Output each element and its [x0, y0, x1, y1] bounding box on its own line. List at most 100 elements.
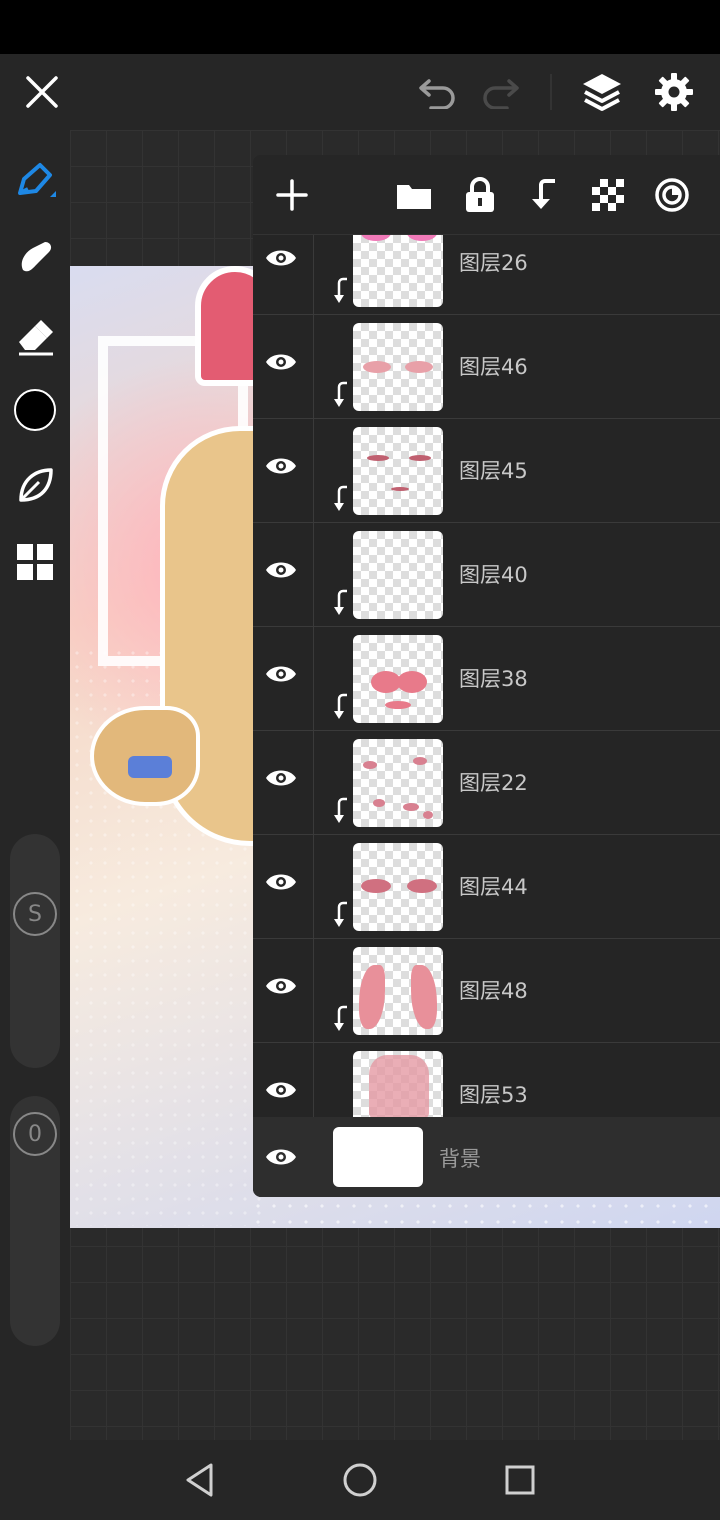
grid-icon	[17, 544, 53, 580]
add-layer-icon	[276, 179, 308, 211]
layer-row-53[interactable]: 图层53	[253, 1043, 720, 1117]
opacity-label: 0	[28, 1121, 42, 1147]
pen-tool[interactable]	[0, 150, 70, 210]
visibility-toggle[interactable]	[261, 1137, 301, 1177]
layer-row-48[interactable]: 图层48	[253, 939, 720, 1043]
layer-name: 图层48	[459, 979, 528, 1003]
current-color	[14, 389, 56, 431]
smudge-icon	[21, 242, 52, 272]
visibility-toggle[interactable]	[261, 446, 301, 486]
redo-button[interactable]	[472, 54, 530, 130]
layer-name: 图层38	[459, 667, 528, 691]
layer-row-46[interactable]: 图层46	[253, 315, 720, 419]
brush-size-knob[interactable]: S	[13, 892, 57, 936]
clip-button[interactable]	[519, 170, 569, 220]
layer-row-26[interactable]: 图层26	[253, 235, 720, 315]
layer-divider	[313, 627, 314, 731]
settings-button[interactable]	[644, 54, 704, 130]
layer-name: 图层40	[459, 563, 528, 587]
layer-list: 图层26 图层46 图层45 图层40 图层38 图层22 图层44 图层48 …	[253, 235, 720, 1117]
layer-name: 图层44	[459, 875, 528, 899]
layer-row-22[interactable]: 图层22	[253, 731, 720, 835]
leaf-tool[interactable]	[0, 456, 70, 516]
add-layer-button[interactable]	[267, 170, 317, 220]
home-icon	[343, 1463, 377, 1497]
color-swatch[interactable]	[0, 380, 70, 440]
blend-button[interactable]	[647, 170, 697, 220]
visibility-toggle[interactable]	[261, 654, 301, 694]
layer-thumbnail	[353, 635, 443, 723]
clip-arrow-icon	[334, 1005, 347, 1031]
layers-icon	[583, 74, 621, 111]
visibility-toggle[interactable]	[261, 238, 301, 278]
layer-divider	[313, 731, 314, 835]
visibility-toggle[interactable]	[261, 758, 301, 798]
clip-arrow-icon	[334, 589, 347, 615]
layer-row-38[interactable]: 图层38	[253, 627, 720, 731]
leaf-icon	[19, 468, 53, 502]
visibility-toggle[interactable]	[261, 1070, 301, 1110]
layer-thumbnail	[353, 739, 443, 827]
visibility-toggle[interactable]	[261, 966, 301, 1006]
eye-icon	[266, 562, 296, 578]
layer-thumbnail	[353, 323, 443, 411]
layer-row-44[interactable]: 图层44	[253, 835, 720, 939]
eye-icon	[266, 458, 296, 474]
pen-icon	[18, 163, 56, 197]
transparency-icon	[592, 179, 624, 211]
layers-toolbar	[253, 155, 720, 235]
layer-name: 图层53	[459, 1083, 528, 1107]
clip-arrow-icon	[334, 901, 347, 927]
layer-row-45[interactable]: 图层45	[253, 419, 720, 523]
brush-size-slider[interactable]	[10, 834, 60, 1068]
layer-divider	[313, 315, 314, 419]
layers-button[interactable]	[572, 54, 632, 130]
tool-sidebar: S 0	[0, 130, 70, 1440]
brush-size-label: S	[28, 901, 42, 927]
top-toolbar	[0, 54, 720, 130]
eye-icon	[266, 354, 296, 370]
eye-icon	[266, 666, 296, 682]
visibility-toggle[interactable]	[261, 862, 301, 902]
layer-thumbnail	[353, 1051, 443, 1117]
artwork-ribbon	[128, 756, 172, 778]
layer-divider	[313, 235, 314, 315]
layer-row-40[interactable]: 图层40	[253, 523, 720, 627]
clip-arrow-icon	[334, 277, 347, 303]
layer-thumbnail	[353, 427, 443, 515]
home-button[interactable]	[320, 1440, 400, 1520]
lock-button[interactable]	[455, 170, 505, 220]
close-button[interactable]	[12, 54, 72, 130]
eye-icon	[266, 978, 296, 994]
folder-icon	[397, 185, 431, 209]
recents-button[interactable]	[480, 1440, 560, 1520]
layer-divider	[313, 419, 314, 523]
undo-button[interactable]	[408, 54, 466, 130]
background-color-swatch[interactable]	[333, 1127, 423, 1187]
layer-thumbnail	[353, 947, 443, 1035]
layer-divider	[313, 835, 314, 939]
visibility-toggle[interactable]	[261, 550, 301, 590]
visibility-toggle[interactable]	[261, 342, 301, 382]
opacity-knob[interactable]: 0	[13, 1112, 57, 1156]
background-layer-row[interactable]: 背景	[253, 1117, 720, 1197]
blend-icon	[655, 178, 689, 212]
transparency-button[interactable]	[583, 170, 633, 220]
layer-divider	[313, 1043, 314, 1117]
status-bar	[0, 0, 720, 54]
layer-name: 图层45	[459, 459, 528, 483]
folder-button[interactable]	[389, 170, 439, 220]
system-navbar	[0, 1440, 720, 1520]
layers-panel: 图层26 图层46 图层45 图层40 图层38 图层22 图层44 图层48 …	[253, 155, 720, 1197]
back-button[interactable]	[160, 1440, 240, 1520]
clip-arrow-icon	[334, 485, 347, 511]
layer-thumbnail	[353, 531, 443, 619]
eye-icon	[266, 1082, 296, 1098]
eye-icon	[266, 250, 296, 266]
eraser-tool[interactable]	[0, 306, 70, 366]
eraser-icon	[19, 320, 53, 356]
eye-icon	[266, 770, 296, 786]
grid-tool[interactable]	[0, 532, 70, 592]
settings-icon	[655, 73, 693, 111]
smudge-tool[interactable]	[0, 228, 70, 288]
